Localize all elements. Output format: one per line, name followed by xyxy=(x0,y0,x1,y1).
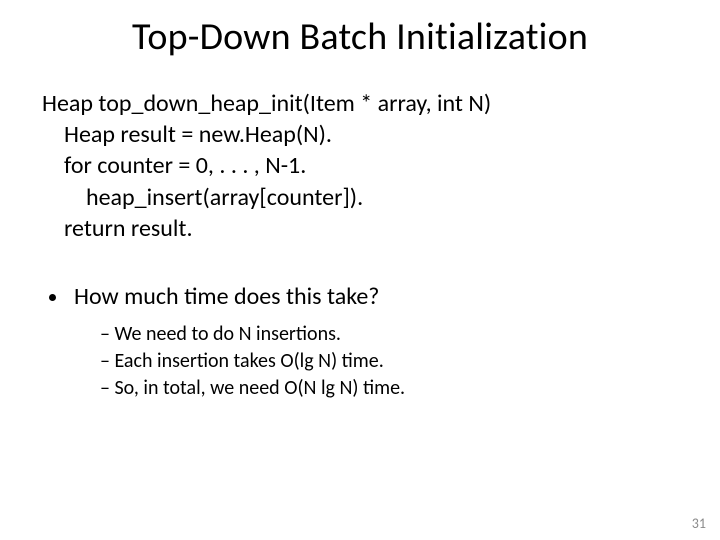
code-line: return result. xyxy=(42,213,678,244)
dash-item: Each insertion takes O(lg N) time. xyxy=(100,348,678,375)
code-line: Heap top_down_heap_init(Item * array, in… xyxy=(42,88,678,119)
slide-body: Heap top_down_heap_init(Item * array, in… xyxy=(0,60,720,402)
page-number: 31 xyxy=(692,515,706,532)
code-line: heap_insert(array[counter]). xyxy=(42,182,678,213)
slide-title: Top-Down Batch Initialization xyxy=(0,0,720,60)
dash-item: So, in total, we need O(N lg N) time. xyxy=(100,375,678,402)
slide: Top-Down Batch Initialization Heap top_d… xyxy=(0,0,720,540)
dash-item: We need to do N insertions. xyxy=(100,321,678,348)
code-line: Heap result = new.Heap(N). xyxy=(42,119,678,150)
bullet-list: How much time does this take? We need to… xyxy=(42,282,678,402)
pseudocode-block: Heap top_down_heap_init(Item * array, in… xyxy=(42,88,678,244)
question-text: How much time does this take? xyxy=(74,282,379,311)
dash-list: We need to do N insertions. Each inserti… xyxy=(74,321,678,402)
code-line: for counter = 0, . . . , N-1. xyxy=(42,150,678,181)
bullet-item-question: How much time does this take? We need to… xyxy=(70,282,678,402)
